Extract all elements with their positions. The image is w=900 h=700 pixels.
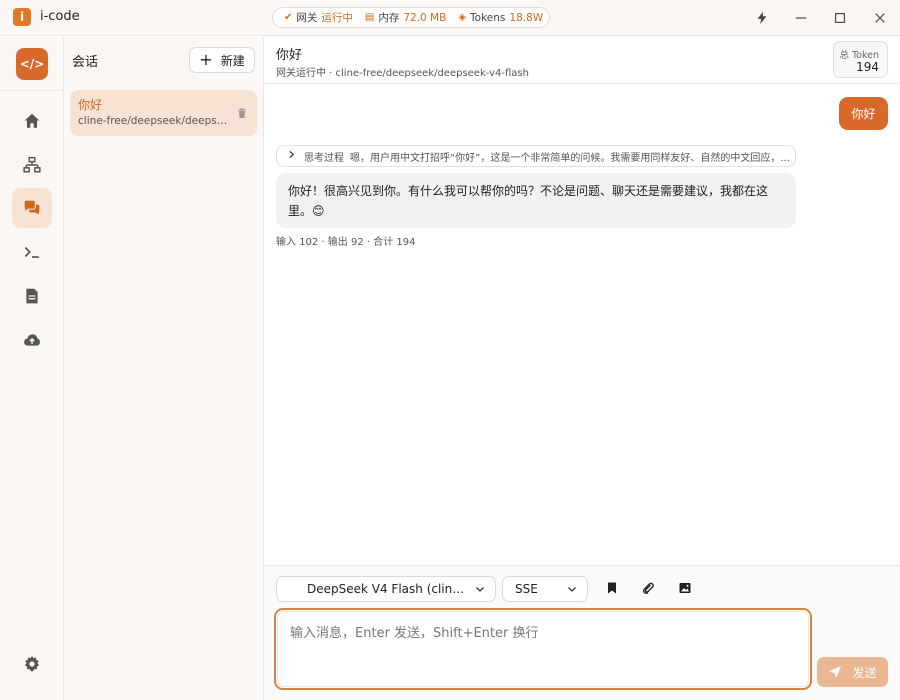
send-icon [829, 666, 842, 678]
send-button[interactable]: 发送 [817, 657, 888, 687]
thinking-toggle[interactable]: 思考过程 嗯，用户用中文打招呼“你好”，这是一个非常简单的问候。我需要用同样友好… [276, 145, 796, 167]
close-button[interactable] [871, 9, 889, 27]
gateway-state: 运行中 [321, 12, 353, 24]
minimize-button[interactable] [792, 9, 810, 27]
memory-label: 内存 [378, 12, 400, 24]
composer: DeepSeek V4 Flash (cline-... SSE 发送 [264, 565, 900, 700]
coins-icon: ◈ [458, 12, 467, 23]
paperclip-icon[interactable] [641, 581, 655, 595]
gateway-status: ✔ 网关 运行中 [284, 10, 353, 25]
home-icon [24, 113, 40, 128]
session-title: 你好 [78, 98, 103, 112]
sidebar-divider [0, 90, 63, 91]
code-brand-icon: </> [16, 48, 48, 80]
new-session-label: 新建 [220, 53, 245, 68]
title-bar: i i-code ✔ 网关 运行中 ▤ 内存 72.0 MB ◈ Tokens … [0, 0, 900, 36]
session-list-panel: 会话 + 新建 你好 cline-free/deepseek/deepseek-… [64, 37, 264, 700]
maximize-button[interactable] [831, 9, 849, 27]
icon-sidebar: </> [0, 37, 64, 700]
app-title: i-code [40, 9, 80, 24]
nav-terminal[interactable] [12, 232, 52, 272]
message-input[interactable] [277, 611, 809, 687]
nav-settings[interactable] [12, 644, 52, 684]
nav-chat[interactable] [12, 188, 52, 228]
session-list-title: 会话 [72, 55, 99, 70]
gear-icon [24, 656, 40, 672]
chat-subtitle: 网关运行中 · cline-free/deepseek/deepseek-v4-… [276, 68, 529, 79]
token-counter: 总 Token 194 [833, 41, 888, 78]
status-pill: ✔ 网关 运行中 ▤ 内存 72.0 MB ◈ Tokens 18.8W [272, 7, 550, 28]
assistant-message: 你好！很高兴见到你。有什么我可以帮你的吗？不论是问题、聊天还是需要建议，我都在这… [276, 173, 796, 228]
model-select-value: DeepSeek V4 Flash (cline-... [307, 582, 469, 596]
chat-main: 你好 网关运行中 · cline-free/deepseek/deepseek-… [264, 37, 900, 700]
chevron-down-icon [568, 587, 576, 592]
mode-select-value: SSE [515, 582, 538, 596]
message-input-wrapper [274, 608, 812, 690]
nav-home[interactable] [12, 101, 52, 141]
tokens-label: Tokens [470, 11, 506, 24]
session-item[interactable]: 你好 cline-free/deepseek/deepseek-v4-flash [70, 90, 257, 136]
gateway-label: 网关 [296, 12, 318, 24]
terminal-icon [24, 246, 39, 258]
trash-icon[interactable] [236, 107, 248, 119]
bookmark-icon[interactable] [605, 581, 619, 595]
chat-header: 你好 网关运行中 · cline-free/deepseek/deepseek-… [264, 37, 900, 84]
token-value: 194 [856, 60, 879, 74]
image-icon[interactable] [678, 581, 692, 595]
nav-cloud-upload[interactable] [12, 320, 52, 360]
memory-value: 72.0 MB [403, 11, 447, 24]
user-message: 你好 [839, 97, 888, 130]
session-subtitle: cline-free/deepseek/deepseek-v4-flash [78, 115, 228, 127]
chevron-down-icon [476, 587, 484, 592]
mode-select[interactable]: SSE [502, 576, 588, 602]
network-icon [23, 156, 41, 173]
chat-bubbles-icon [24, 200, 40, 215]
tokens-status: ◈ Tokens 18.8W [458, 12, 543, 24]
memory-icon: ▤ [364, 12, 375, 23]
plus-icon: + [199, 50, 213, 69]
cloud-upload-icon [24, 334, 40, 346]
new-session-button[interactable]: + 新建 [189, 47, 255, 73]
lightning-icon[interactable] [753, 9, 771, 27]
thinking-label: 思考过程 [304, 152, 344, 164]
app-logo-icon: i [13, 8, 31, 26]
token-label: 总 Token [839, 50, 879, 61]
chat-title: 你好 [276, 48, 303, 63]
send-label: 发送 [852, 665, 877, 680]
thinking-text: 嗯，用户用中文打招呼“你好”，这是一个非常简单的问候。我需要用同样友好、自然的中… [350, 152, 790, 164]
chevron-right-icon [287, 150, 296, 162]
tokens-value: 18.8W [509, 11, 544, 24]
nav-document[interactable] [12, 276, 52, 316]
model-select[interactable]: DeepSeek V4 Flash (cline-... [276, 576, 496, 602]
nav-network[interactable] [12, 145, 52, 185]
memory-status: ▤ 内存 72.0 MB [365, 10, 446, 25]
usage-stats: 输入 102 · 输出 92 · 合计 194 [276, 237, 416, 248]
check-circle-icon: ✔ [284, 12, 293, 23]
document-icon [26, 288, 38, 304]
